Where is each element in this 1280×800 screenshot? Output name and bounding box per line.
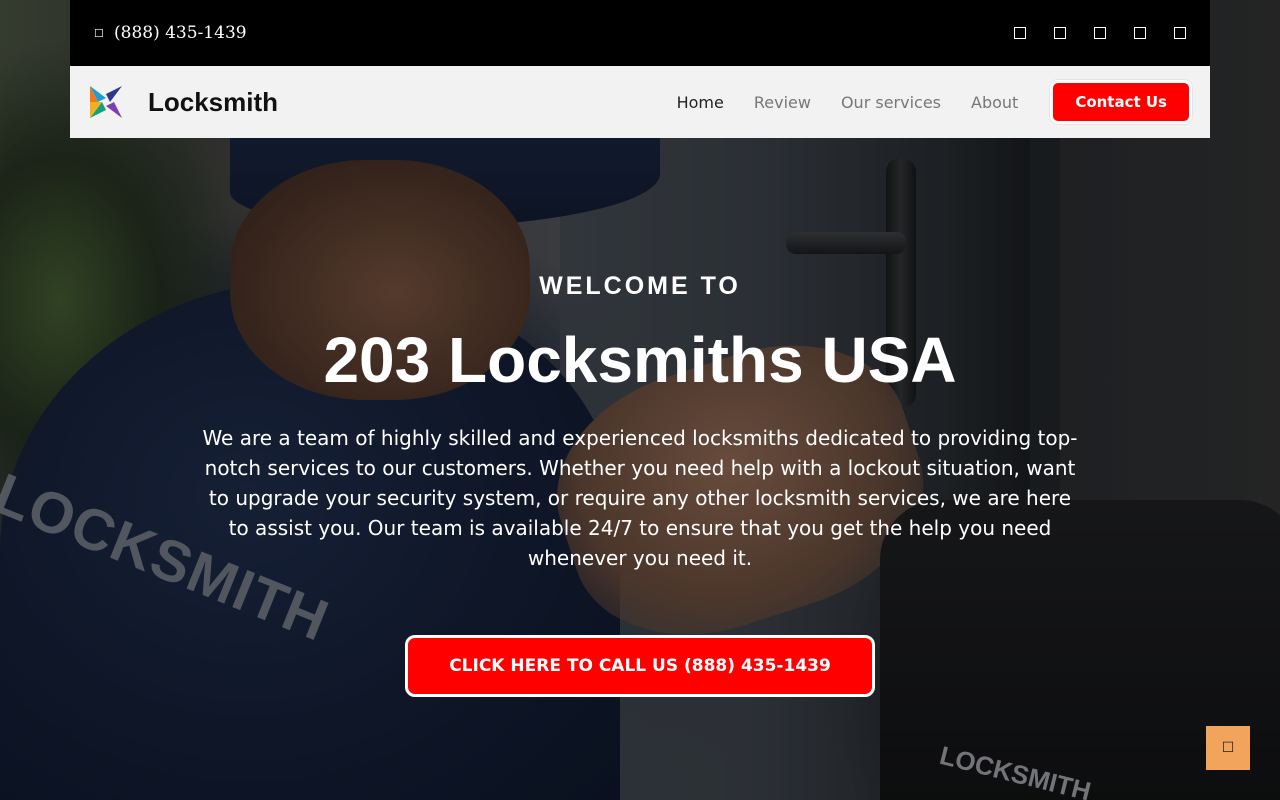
main-navbar: Locksmith Home Review Our services About… xyxy=(70,66,1210,138)
scroll-top-button[interactable]: ☐ xyxy=(1206,726,1250,770)
facebook-icon[interactable] xyxy=(1014,27,1026,39)
phone-number: (888) 435-1439 xyxy=(114,23,247,43)
nav-links: Home Review Our services About Contact U… xyxy=(677,80,1192,124)
call-us-button[interactable]: CLICK HERE TO CALL US (888) 435-1439 xyxy=(405,635,875,697)
youtube-icon[interactable] xyxy=(1174,27,1186,39)
nav-about[interactable]: About xyxy=(971,93,1018,112)
phone-icon: ☐ xyxy=(94,26,104,40)
brand-name: Locksmith xyxy=(148,86,279,117)
hero-headline: 203 Locksmiths USA xyxy=(323,324,957,396)
twitter-icon[interactable] xyxy=(1054,27,1066,39)
hero-section: WELCOME TO 203 Locksmiths USA We are a t… xyxy=(0,138,1280,697)
top-bar: ☐ (888) 435-1439 xyxy=(70,0,1210,66)
nav-home[interactable]: Home xyxy=(677,93,724,112)
hero-welcome: WELCOME TO xyxy=(539,272,741,300)
social-links xyxy=(1014,27,1186,39)
linkedin-icon[interactable] xyxy=(1134,27,1146,39)
instagram-icon[interactable] xyxy=(1094,27,1106,39)
nav-our-services[interactable]: Our services xyxy=(841,93,941,112)
arrow-up-icon: ☐ xyxy=(1221,740,1235,756)
logo[interactable]: Locksmith xyxy=(88,84,278,120)
contact-us-button[interactable]: Contact Us xyxy=(1050,80,1192,124)
logo-icon xyxy=(90,86,122,118)
topbar-phone[interactable]: ☐ (888) 435-1439 xyxy=(94,23,247,43)
nav-review[interactable]: Review xyxy=(754,93,811,112)
hero-description: We are a team of highly skilled and expe… xyxy=(202,426,1078,570)
